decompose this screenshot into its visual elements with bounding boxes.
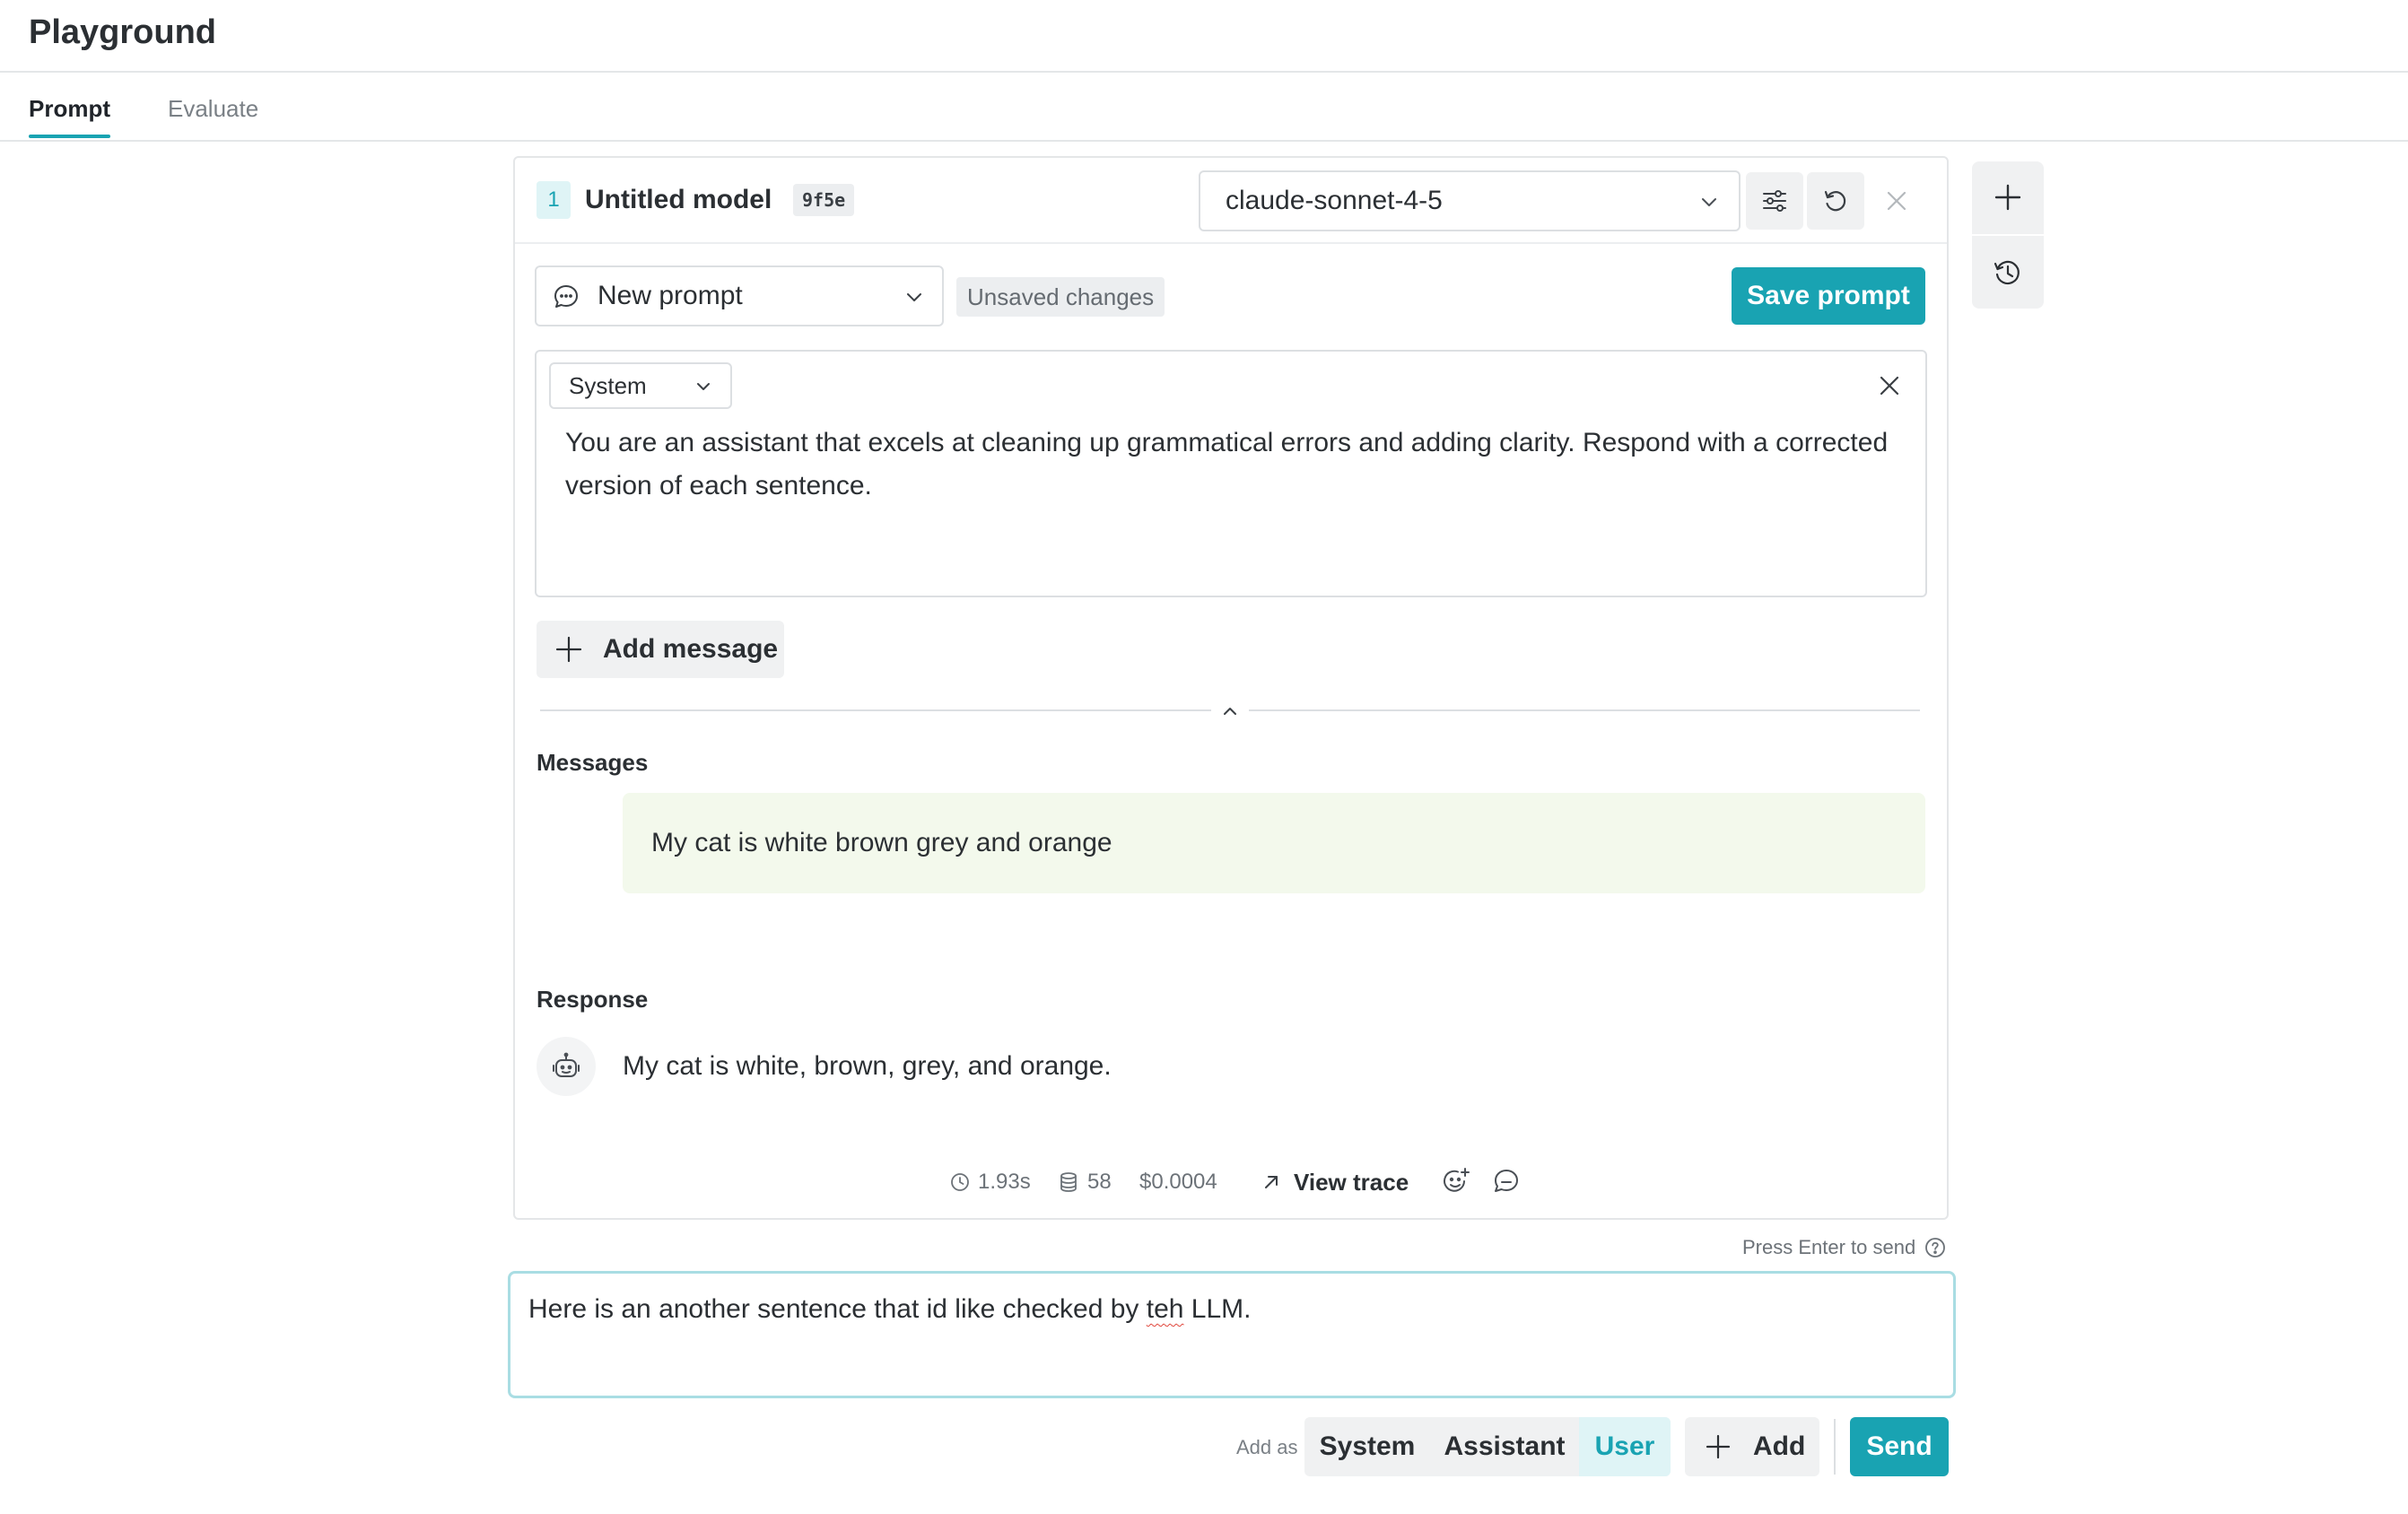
plus-icon: [554, 635, 583, 664]
section-divider: [1249, 709, 1920, 711]
add-model-button[interactable]: [1972, 161, 2044, 233]
message-composer-input[interactable]: Here is an another sentence that id like…: [508, 1271, 1956, 1398]
latency-value: 1.93s: [978, 1170, 1031, 1194]
prompt-select-value: New prompt: [598, 281, 743, 310]
model-name[interactable]: Untitled model: [585, 181, 772, 219]
role-segmented-control: System Assistant User: [1304, 1417, 1671, 1476]
model-select[interactable]: claude-sonnet-4-5: [1199, 170, 1741, 231]
add-message-button[interactable]: Add message: [537, 621, 784, 678]
database-icon: [1059, 1171, 1078, 1193]
add-reaction-icon[interactable]: [1441, 1166, 1471, 1196]
composer-text-end: LLM.: [1183, 1294, 1252, 1324]
remove-message-button[interactable]: [1870, 362, 1909, 409]
system-message-text[interactable]: You are an assistant that excels at clea…: [565, 422, 1902, 508]
tab-prompt[interactable]: Prompt: [29, 90, 110, 127]
view-trace-label: View trace: [1294, 1169, 1409, 1196]
response-text: My cat is white, brown, grey, and orange…: [623, 1051, 1112, 1081]
cost-metric: $0.0004: [1139, 1170, 1217, 1194]
avatar: [537, 1037, 596, 1096]
user-message-text: My cat is white brown grey and orange: [651, 828, 1112, 857]
robot-icon: [551, 1051, 581, 1082]
unsaved-changes-badge: Unsaved changes: [956, 277, 1165, 317]
chevron-down-icon: [1699, 192, 1719, 212]
sliders-icon: [1760, 187, 1789, 215]
add-message-label: Add message: [603, 634, 779, 664]
misspelled-word: teh: [1146, 1294, 1184, 1324]
composer-text: Here is an another sentence that id like…: [528, 1292, 1252, 1327]
tokens-metric: 58: [1059, 1166, 1112, 1198]
plus-icon: [1993, 182, 2023, 213]
save-prompt-button[interactable]: Save prompt: [1732, 267, 1925, 325]
add-button-label: Add: [1753, 1431, 1806, 1461]
header-divider: [0, 71, 2408, 73]
chevron-down-icon: [694, 378, 712, 396]
latency-metric: 1.93s: [949, 1166, 1031, 1198]
user-message[interactable]: My cat is white brown grey and orange: [623, 793, 1925, 893]
model-settings-button[interactable]: [1746, 172, 1803, 230]
history-button[interactable]: [1972, 237, 2044, 309]
remove-model-button[interactable]: [1868, 172, 1925, 230]
arrow-up-right-icon: [1261, 1172, 1281, 1192]
chevron-down-icon: [904, 287, 924, 307]
close-icon: [1877, 373, 1902, 398]
panel-header-divider: [515, 242, 1947, 244]
history-icon: [1992, 257, 2024, 289]
clock-icon: [949, 1171, 971, 1193]
model-hash-badge: 9f5e: [793, 184, 855, 216]
view-trace-link[interactable]: View trace: [1261, 1166, 1409, 1198]
add-as-label: Add as: [1236, 1436, 1298, 1458]
send-hint-text: Press Enter to send: [1742, 1236, 1916, 1258]
reset-button[interactable]: [1807, 172, 1864, 230]
tabs-divider: [0, 140, 2408, 142]
refresh-icon: [1821, 187, 1850, 215]
response-heading: Response: [537, 986, 649, 1013]
messages-heading: Messages: [537, 749, 649, 776]
send-hint: Press Enter to send: [1742, 1232, 1946, 1263]
chat-bubble-icon: [553, 283, 580, 310]
tab-evaluate[interactable]: Evaluate: [168, 90, 258, 127]
collapse-toggle[interactable]: [1217, 698, 1243, 725]
add-button[interactable]: Add: [1685, 1417, 1819, 1476]
help-icon[interactable]: [1924, 1237, 1946, 1258]
chevron-up-icon: [1221, 702, 1239, 720]
plus-icon: [1705, 1433, 1732, 1460]
model-index-badge: 1: [537, 181, 571, 219]
close-icon: [1885, 189, 1908, 213]
message-role-value: System: [569, 372, 647, 399]
role-option-system[interactable]: System: [1304, 1417, 1430, 1476]
side-actions-divider: [1972, 234, 2044, 236]
message-role-select[interactable]: System: [549, 362, 732, 409]
section-divider: [540, 709, 1211, 711]
active-tab-indicator: [29, 135, 110, 138]
prompt-select[interactable]: New prompt: [535, 265, 944, 326]
comment-icon[interactable]: [1491, 1166, 1522, 1196]
role-option-user[interactable]: User: [1579, 1417, 1671, 1476]
page-title: Playground: [29, 13, 217, 51]
tokens-value: 58: [1087, 1170, 1112, 1194]
send-button[interactable]: Send: [1850, 1417, 1949, 1476]
model-select-value: claude-sonnet-4-5: [1226, 186, 1443, 215]
role-option-assistant[interactable]: Assistant: [1430, 1417, 1579, 1476]
footer-divider: [1834, 1419, 1836, 1475]
composer-text-start: Here is an another sentence that id like…: [528, 1294, 1147, 1324]
